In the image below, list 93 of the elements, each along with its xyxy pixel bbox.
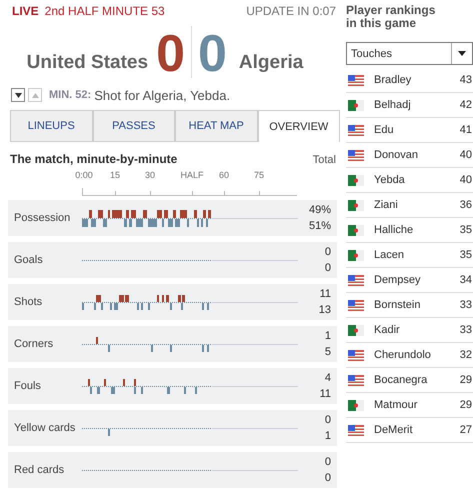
flag-icon [348, 250, 364, 260]
player-value: 29 [460, 374, 473, 386]
down-arrow-icon [14, 92, 22, 98]
flag-icon [348, 400, 364, 410]
home-score: 0 [156, 28, 185, 80]
match-period: 2nd HALF MINUTE 53 [44, 4, 165, 18]
home-total: 11 [320, 287, 331, 302]
axis-tick-label: 15 [110, 170, 120, 180]
home-total: 0 [324, 413, 331, 428]
away-team: Algeria [238, 52, 304, 74]
total-heading: Total [312, 154, 336, 166]
player-value: 27 [460, 424, 473, 436]
player-name: Cherundolo [374, 349, 432, 361]
player-name: Edu [374, 124, 395, 136]
away-score: 0 [198, 28, 227, 80]
player-name: DeMerit [374, 424, 414, 436]
axis-tick-label: 0:00 [75, 170, 93, 180]
update-countdown: UPDATE IN 0:07 [246, 4, 336, 18]
stat-label: Goals [14, 254, 44, 266]
home-total: 4 [324, 371, 331, 386]
up-arrow-icon [32, 92, 38, 98]
stat-label: Fouls [14, 380, 42, 392]
player-name: Bornstein [374, 299, 422, 311]
player-value: 40 [460, 149, 473, 161]
player-name: Belhadj [374, 99, 412, 111]
home-total: 1 [324, 329, 331, 344]
tab[interactable]: PASSES [92, 110, 175, 141]
player-value: 41 [460, 124, 473, 136]
player-value: 33 [460, 299, 473, 311]
flag-icon [348, 224, 364, 236]
flag-icon [348, 300, 364, 310]
player-value: 35 [460, 224, 473, 236]
section-title: The match, minute-by-minute [10, 152, 178, 166]
flag-icon [348, 350, 364, 360]
axis-tick-label: 30 [145, 170, 155, 180]
tab[interactable]: HEAT MAP [175, 110, 258, 141]
home-total: 0 [324, 245, 331, 260]
flag-icon [348, 274, 364, 286]
player-name: Yebda [374, 174, 406, 186]
flag-icon [348, 150, 364, 160]
player-value: 35 [460, 249, 473, 261]
stat-label: Red cards [14, 464, 66, 476]
tab[interactable]: OVERVIEW [258, 110, 340, 142]
away-total: 0 [324, 261, 331, 276]
axis-tick-label: 60 [219, 170, 229, 180]
away-total: 51% [308, 219, 331, 234]
caret-icon [458, 51, 466, 56]
flag-icon [348, 74, 364, 86]
away-total: 1 [324, 429, 331, 444]
player-name: Donovan [374, 149, 420, 161]
stat-label: Possession [14, 212, 72, 224]
player-name: Kadir [374, 324, 401, 336]
stat-label: Yellow cards [14, 422, 76, 434]
live-label: LIVE [12, 4, 39, 18]
next-button[interactable] [11, 88, 25, 102]
metric-dropdown[interactable]: Touches [346, 42, 473, 65]
minute-label: MIN. 52: [49, 89, 92, 101]
home-team: United States [26, 52, 148, 74]
player-name: Matmour [374, 399, 418, 411]
player-name: Bradley [374, 74, 412, 86]
away-total: 13 [318, 303, 331, 318]
commentary-text: Shot for Algeria, Yebda. [94, 88, 230, 102]
player-value: 36 [460, 199, 473, 211]
flag-icon [348, 374, 364, 386]
away-total: 11 [320, 387, 331, 402]
player-value: 42 [460, 99, 473, 111]
home-total: 49% [308, 203, 331, 218]
home-total: 0 [324, 455, 331, 470]
player-name: Bocanegra [374, 374, 428, 386]
player-value: 40 [460, 174, 473, 186]
flag-icon [348, 174, 364, 186]
player-name: Halliche [374, 224, 414, 236]
tab[interactable]: LINEUPS [10, 110, 92, 141]
player-name: Dempsey [374, 274, 422, 286]
player-value: 29 [460, 399, 473, 411]
flag-icon [348, 100, 364, 110]
stat-label: Corners [14, 338, 54, 350]
player-value: 33 [460, 324, 473, 336]
player-name: Lacen [374, 249, 405, 261]
axis-tick-label: 75 [254, 170, 264, 180]
away-total: 5 [324, 345, 331, 360]
player-value: 34 [460, 274, 473, 286]
rankings-title: Player rankings in this game [346, 4, 436, 32]
player-value: 43 [460, 74, 473, 86]
flag-icon [348, 324, 364, 336]
flag-icon [348, 424, 364, 436]
player-value: 32 [460, 349, 473, 361]
stat-label: Shots [14, 296, 44, 308]
flag-icon [348, 200, 364, 210]
player-name: Ziani [374, 199, 399, 211]
flag-icon [348, 124, 364, 136]
axis-tick-label: HALF [180, 170, 204, 180]
away-total: 0 [324, 471, 331, 486]
